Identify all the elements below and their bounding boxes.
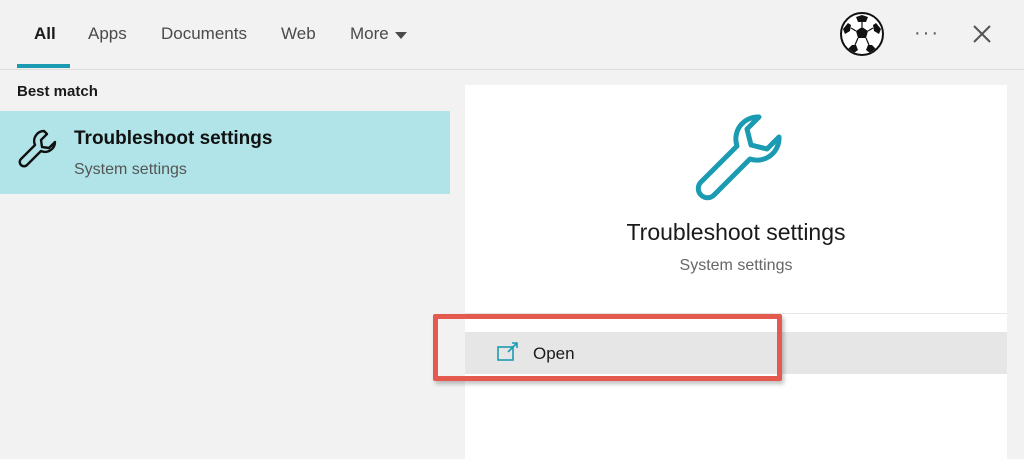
divider <box>465 313 1007 314</box>
result-title: Troubleshoot settings <box>74 128 273 149</box>
chevron-down-icon <box>394 31 407 39</box>
close-icon <box>973 25 991 43</box>
soccer-ball-icon <box>843 15 881 53</box>
tab-all[interactable]: All <box>34 24 56 44</box>
detail-panel: Troubleshoot settings System settings Op… <box>465 85 1007 459</box>
tab-documents[interactable]: Documents <box>161 24 247 44</box>
tab-apps[interactable]: Apps <box>88 24 127 44</box>
active-tab-indicator <box>17 64 70 68</box>
result-subtitle: System settings <box>74 161 187 178</box>
wrench-icon <box>695 114 782 201</box>
more-options-button[interactable]: ··· <box>914 22 940 45</box>
detail-title: Troubleshoot settings <box>626 219 846 245</box>
open-window-icon <box>497 342 518 361</box>
best-match-result[interactable]: Troubleshoot settings System settings <box>0 111 450 194</box>
detail-subtitle: System settings <box>679 257 793 274</box>
tab-more-label: More <box>350 24 389 43</box>
search-tab-bar: All Apps Documents Web More ··· <box>0 0 1024 70</box>
close-button[interactable] <box>968 20 996 48</box>
open-label: Open <box>533 344 575 363</box>
best-match-heading: Best match <box>17 83 98 100</box>
tab-more[interactable]: More <box>350 24 407 44</box>
tab-web[interactable]: Web <box>281 24 316 44</box>
open-button[interactable]: Open <box>465 332 1007 374</box>
avatar[interactable] <box>840 12 884 56</box>
wrench-icon <box>18 129 57 168</box>
